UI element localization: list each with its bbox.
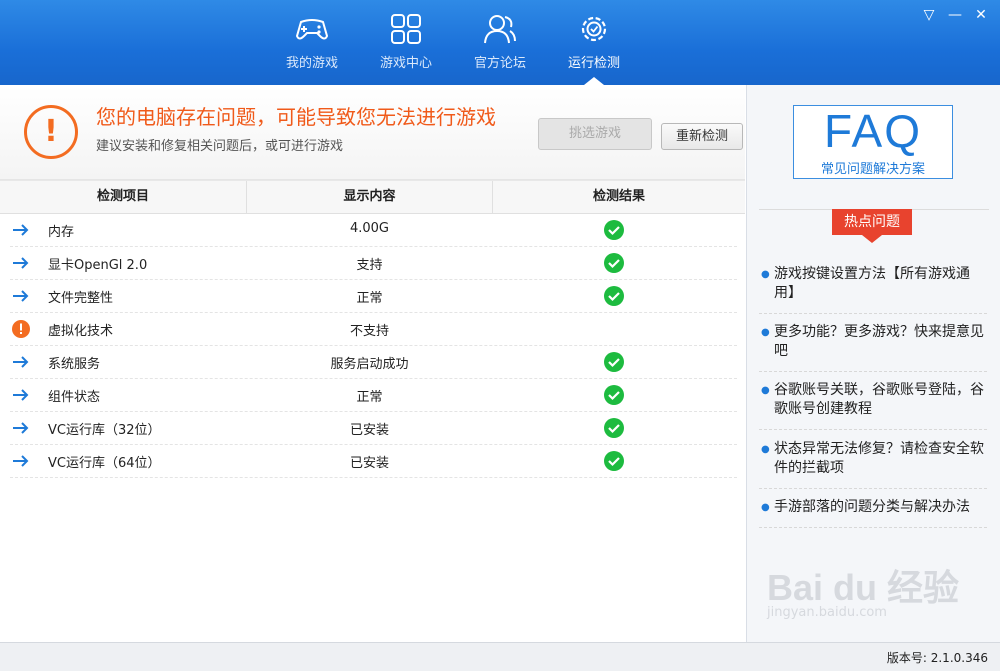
close-icon[interactable]: ✕ [970,6,992,24]
hot-topic-text: 谷歌账号关联，谷歌账号登陆，谷歌账号创建教程 [774,382,984,417]
select-game-button[interactable]: 挑选游戏 [538,118,652,150]
item-name: VC运行库（64位） [48,456,161,471]
item-name: 内存 [48,225,75,240]
nav-game-center[interactable]: 游戏中心 [366,0,446,85]
arrow-right-icon [13,389,29,401]
item-name: 显卡OpenGl 2.0 [48,258,148,273]
minimize-icon[interactable]: — [944,6,966,24]
hot-topic-link[interactable]: ● 状态异常无法修复？请检查安全软件的拦截项 [759,440,987,489]
table-row: 文件完整性 正常 [10,279,737,313]
nav-run-check[interactable]: 运行检测 [554,0,634,85]
item-value: 已安装 [349,423,389,438]
item-name: 系统服务 [48,357,101,372]
top-nav-bar: 我的游戏 游戏中心 官方论坛 运行检测 ▽ — ✕ [0,0,1000,85]
faq-subtitle: 常见问题解决方案 [820,162,925,177]
table-row: 内存 4.00G [10,213,737,247]
column-header-display: 显示内容 [247,181,493,213]
item-name: 组件状态 [48,390,101,405]
check-ok-icon [604,220,624,240]
bullet-icon: ● [761,444,770,455]
item-value: 支持 [356,258,383,273]
item-name: 文件完整性 [48,291,114,306]
column-header-result: 检测结果 [592,189,645,204]
check-ok-icon [604,352,624,372]
hot-topics-badge: 热点问题 [832,209,912,243]
table-row: VC运行库（32位） 已安装 [10,411,737,445]
item-name: VC运行库（32位） [48,423,161,438]
check-ok-icon [604,451,624,471]
check-ok-icon [604,253,624,273]
warning-small-icon [12,320,30,338]
item-value: 4.00G [349,221,390,236]
nav-my-games[interactable]: 我的游戏 [272,0,352,85]
menu-dropdown-icon[interactable]: ▽ [918,6,940,24]
hot-topic-text: 状态异常无法修复？请检查安全软件的拦截项 [774,441,984,476]
gamepad-icon [295,19,329,40]
hot-topic-link[interactable]: ● 更多功能？更多游戏？快来提意见吧 [759,323,987,372]
bullet-icon: ● [761,502,770,513]
arrow-right-icon [13,422,29,434]
item-value: 不支持 [349,324,389,339]
nav-label: 运行检测 [567,56,620,71]
faq-title: FAQ [823,105,923,157]
item-name: 虚拟化技术 [48,324,114,339]
arrow-right-icon [13,455,29,467]
hot-topic-link[interactable]: ● 手游部落的问题分类与解决办法 [759,498,987,528]
grid-icon [391,14,421,44]
item-value: 服务启动成功 [330,357,409,372]
faq-button[interactable]: FAQ 常见问题解决方案 [793,105,953,179]
table-row: 系统服务 服务启动成功 [10,345,737,379]
table-row: VC运行库（64位） 已安装 [10,444,737,478]
watermark-url: jingyan.baidu.com [767,605,887,620]
item-value: 正常 [356,291,383,306]
bullet-icon: ● [761,385,770,396]
hot-topic-text: 手游部落的问题分类与解决办法 [774,499,970,515]
table-row: 组件状态 正常 [10,378,737,412]
arrow-right-icon [13,224,29,236]
watermark-logo: Bai du 经验 [767,567,960,608]
item-value: 正常 [356,390,383,405]
status-bar: 版本号: 2.1.0.346 [0,642,1000,671]
check-ok-icon [604,286,624,306]
users-icon [484,15,516,44]
bullet-icon: ● [761,269,770,280]
version-label: 版本号: 2.1.0.346 [886,651,988,665]
check-ok-icon [604,418,624,438]
warning-subtitle: 建议安装和修复相关问题后，或可进行游戏 [96,139,344,154]
arrow-right-icon [13,356,29,368]
gear-check-icon [581,16,607,42]
nav-label: 游戏中心 [379,56,432,71]
check-ok-icon [604,385,624,405]
table-header: 检测项目 显示内容 检测结果 [0,180,745,214]
check-panel: ! 您的电脑存在问题，可能导致您无法进行游戏 建议安装和修复相关问题后，或可进行… [0,85,745,642]
nav-label: 我的游戏 [285,56,338,71]
item-value: 已安装 [349,456,389,471]
nav-forum[interactable]: 官方论坛 [460,0,540,85]
recheck-button[interactable]: 重新检测 [661,123,743,150]
table-row: 显卡OpenGl 2.0 支持 [10,246,737,280]
arrow-right-icon [13,257,29,269]
column-header-item: 检测项目 [0,181,247,213]
hot-topic-link[interactable]: ● 谷歌账号关联，谷歌账号登陆，谷歌账号创建教程 [759,381,987,430]
hot-topic-text: 游戏按键设置方法【所有游戏通用】 [774,266,970,301]
warning-banner: ! 您的电脑存在问题，可能导致您无法进行游戏 建议安装和修复相关问题后，或可进行… [0,85,745,180]
help-sidebar: FAQ 常见问题解决方案 热点问题 ● 游戏按键设置方法【所有游戏通用】 ● 更多功能… [746,85,1000,642]
hot-topic-text: 更多功能？更多游戏？快来提意见吧 [774,324,984,359]
nav-label: 官方论坛 [473,56,526,71]
arrow-right-icon [13,290,29,302]
bullet-icon: ● [761,327,770,338]
warning-icon: ! [24,105,78,159]
table-row: 虚拟化技术 不支持 [10,312,737,346]
hot-topic-link[interactable]: ● 游戏按键设置方法【所有游戏通用】 [759,265,987,314]
warning-title: 您的电脑存在问题，可能导致您无法进行游戏 [96,105,496,129]
